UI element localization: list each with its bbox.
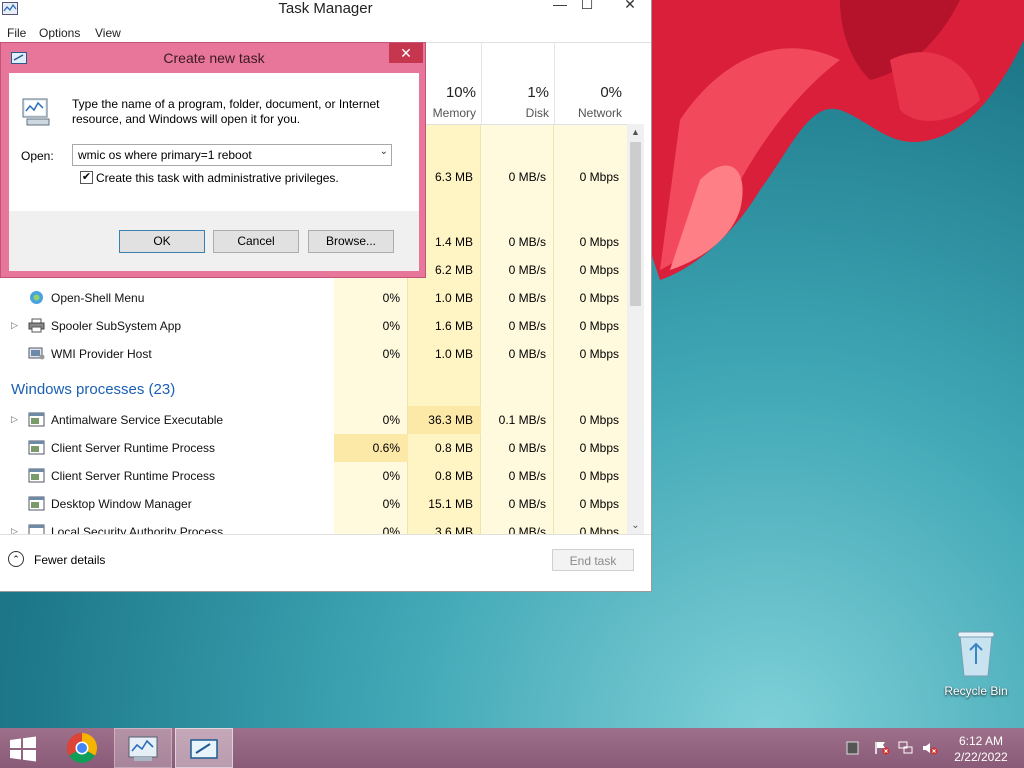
menu-file[interactable]: File [7,26,26,40]
dialog-title: Create new task [163,50,265,66]
create-new-task-dialog: Create new task ✕ Type the name of a pro… [0,42,426,278]
recycle-bin-label: Recycle Bin [944,684,1008,698]
printer-icon [28,318,45,333]
table-row[interactable]: Client Server Runtime Process 0% 0.8 MB … [0,462,627,490]
network-percent: 0% [600,84,622,101]
dialog-description: Type the name of a program, folder, docu… [72,97,380,126]
recycle-bin-shortcut[interactable]: Recycle Bin [940,630,1012,704]
expand-chevron-icon[interactable]: ▷ [11,414,18,425]
network-icon[interactable] [898,741,914,755]
system-clock[interactable]: 6:12 AM 2/22/2022 [946,733,1016,765]
cancel-button[interactable]: Cancel [213,230,299,253]
run-dialog-icon [190,739,218,759]
menu-bar: File Options View [0,24,651,42]
scrollbar-thumb[interactable] [630,142,641,306]
table-row[interactable]: WMI Provider Host 0% 1.0 MB 0 MB/s 0 Mbp… [0,340,627,368]
taskbar-task-manager[interactable] [114,728,172,768]
disk-label: Disk [525,106,549,120]
vertical-scrollbar[interactable]: ▲ ⌄ [627,124,644,534]
end-task-button[interactable]: End task [552,549,634,571]
run-program-icon [22,98,50,126]
network-label: Network [577,106,622,120]
clock-date: 2/22/2022 [954,750,1008,764]
recycle-bin-icon [957,631,995,677]
menu-options[interactable]: Options [39,26,80,40]
table-row[interactable]: ▷ Spooler SubSystem App 0% 1.6 MB 0 MB/s… [0,312,627,340]
disk-percent: 1% [527,84,549,101]
admin-privileges-checkbox[interactable]: ✔ [80,171,93,184]
volume-muted-icon[interactable] [922,741,938,755]
process-window-icon [28,524,45,534]
admin-privileges-label[interactable]: Create this task with administrative pri… [96,171,339,185]
memory-label: Memory [432,106,476,120]
action-center-flag-icon[interactable] [874,741,890,755]
taskbar-chrome[interactable] [54,728,112,768]
dialog-close-button[interactable]: ✕ [389,43,423,63]
chevron-up-icon: ⌃ [8,551,24,567]
table-row[interactable]: ▷ Local Security Authority Process 0% 3.… [0,518,627,534]
wmi-host-icon [28,347,45,360]
maximize-button[interactable]: ☐ [572,0,602,12]
scroll-down-arrow-icon[interactable]: ⌄ [627,518,644,534]
taskbar-run-dialog[interactable] [175,728,233,768]
open-command-input[interactable]: wmic os where primary=1 reboot [78,148,252,162]
menu-view[interactable]: View [95,26,121,40]
table-row[interactable]: Desktop Window Manager 0% 15.1 MB 0 MB/s… [0,490,627,518]
expand-chevron-icon[interactable]: ▷ [11,526,18,534]
scroll-up-arrow-icon[interactable]: ▲ [627,124,644,140]
show-hidden-icons-icon[interactable] [845,741,861,755]
clock-time: 6:12 AM [958,734,1004,748]
browse-button[interactable]: Browse... [308,230,394,253]
taskbar: 6:12 AM 2/22/2022 [0,728,1024,768]
open-shell-icon [30,291,43,304]
column-header-network[interactable]: 0% Network [554,42,628,124]
process-window-icon [28,468,45,483]
task-manager-footer: ⌃ Fewer details End task [0,534,651,585]
task-manager-icon [128,736,158,761]
process-window-icon [28,440,45,455]
windows-start-icon[interactable] [8,736,38,762]
table-row[interactable]: ▷ Antimalware Service Executable 0% 36.3… [0,406,627,434]
open-command-combobox[interactable]: wmic os where primary=1 reboot ⌄ [72,144,392,166]
process-window-icon [28,412,45,427]
table-row[interactable]: Client Server Runtime Process 0.6% 0.8 M… [0,434,627,462]
memory-percent: 10% [445,84,476,101]
column-header-disk[interactable]: 1% Disk [481,42,555,124]
dropdown-arrow-icon[interactable]: ⌄ [380,146,388,157]
fewer-details-button[interactable]: ⌃ Fewer details [8,551,118,571]
process-window-icon [28,496,45,511]
dialog-body: Type the name of a program, folder, docu… [9,73,419,271]
open-label: Open: [21,149,54,163]
chrome-icon [66,733,98,764]
title-bar[interactable]: Task Manager — ☐ ✕ [0,0,651,22]
table-row[interactable]: Open-Shell Menu 0% 1.0 MB 0 MB/s 0 Mbps [0,284,627,312]
wallpaper-flower [650,0,1024,280]
group-header-windows-processes[interactable]: Windows processes (23) [11,381,175,398]
close-button[interactable]: ✕ [615,0,645,12]
expand-chevron-icon[interactable]: ▷ [11,320,18,331]
minimize-button[interactable]: — [545,0,575,12]
ok-button[interactable]: OK [119,230,205,253]
